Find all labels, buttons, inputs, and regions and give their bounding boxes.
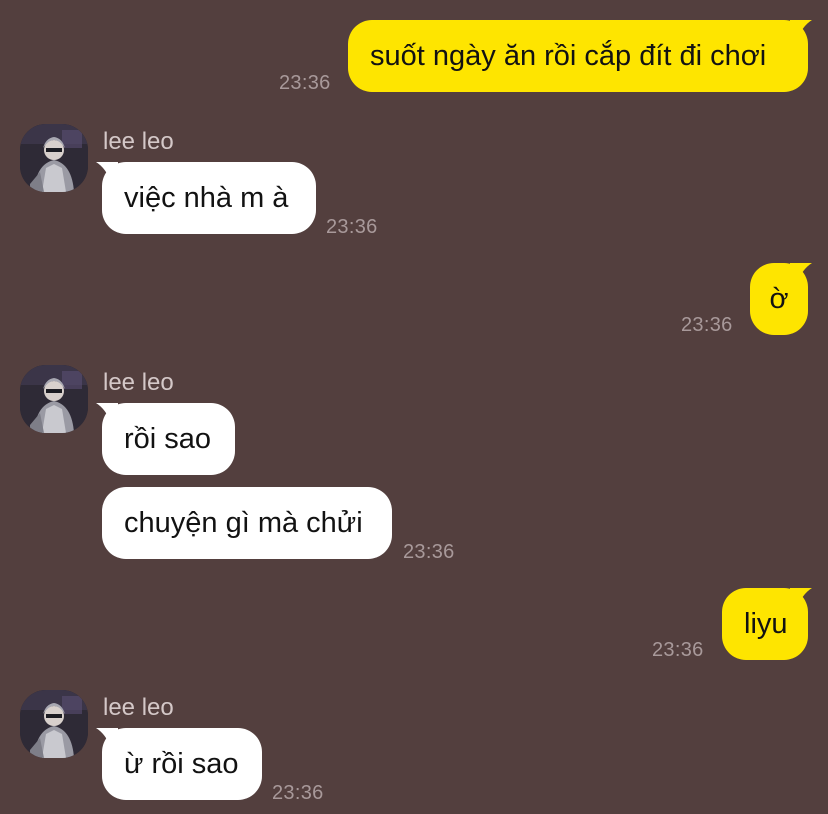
message-text: ờ bbox=[769, 282, 789, 315]
message-bubble[interactable]: suốt ngày ăn rồi cắp đít đi chơi bbox=[348, 20, 808, 92]
message-bubble[interactable]: liyu bbox=[722, 588, 808, 660]
message-text: việc nhà m à bbox=[124, 181, 289, 214]
message-text: liyu bbox=[744, 607, 788, 640]
message-bubble[interactable]: ừ rồi sao bbox=[102, 728, 262, 800]
message-text: chuyện gì mà chửi bbox=[124, 506, 363, 539]
sender-name: lee leo bbox=[103, 128, 174, 155]
message-text: suốt ngày ăn rồi cắp đít đi chơi bbox=[370, 39, 767, 72]
message-timestamp: 23:36 bbox=[326, 216, 378, 238]
sender-name: lee leo bbox=[103, 694, 174, 721]
sender-name: lee leo bbox=[103, 369, 174, 396]
message-bubble[interactable]: rồi sao bbox=[102, 403, 235, 475]
user-avatar-icon[interactable] bbox=[20, 124, 88, 192]
message-text: ừ rồi sao bbox=[124, 747, 239, 780]
message-bubble[interactable]: việc nhà m à bbox=[102, 162, 316, 234]
user-avatar-icon[interactable] bbox=[20, 365, 88, 433]
message-timestamp: 23:36 bbox=[272, 782, 324, 804]
message-timestamp: 23:36 bbox=[279, 72, 331, 94]
message-bubble[interactable]: chuyện gì mà chửi bbox=[102, 487, 392, 559]
message-timestamp: 23:36 bbox=[652, 639, 704, 661]
message-timestamp: 23:36 bbox=[403, 541, 455, 563]
message-bubble[interactable]: ờ bbox=[750, 263, 808, 335]
message-text: rồi sao bbox=[124, 422, 212, 455]
user-avatar-icon[interactable] bbox=[20, 690, 88, 758]
message-timestamp: 23:36 bbox=[681, 314, 733, 336]
